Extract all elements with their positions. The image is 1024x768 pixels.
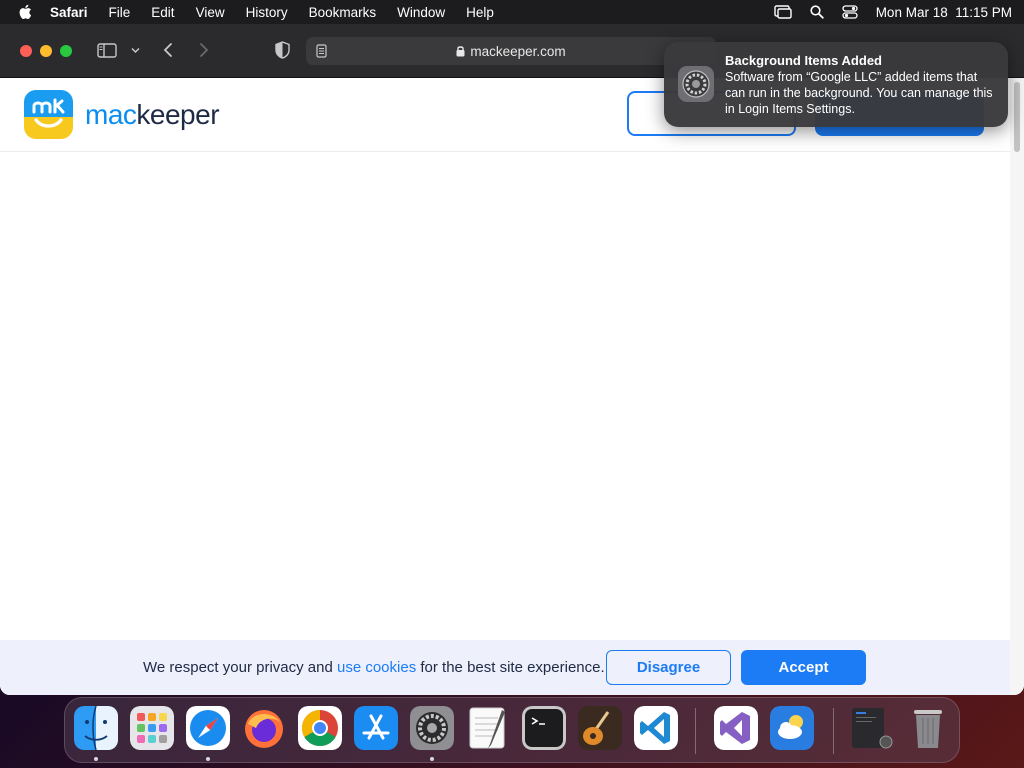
menu-edit[interactable]: Edit [151,5,174,20]
menu-bookmarks[interactable]: Bookmarks [309,5,377,20]
chevron-down-icon[interactable] [131,47,140,54]
control-center-icon[interactable] [842,5,858,19]
notification-title: Background Items Added [725,53,882,68]
launchpad-icon[interactable] [130,706,174,750]
menu-app-name[interactable]: Safari [50,5,88,20]
menu-history[interactable]: History [246,5,288,20]
mackeeper-logo-text[interactable]: mackeeper [85,98,220,131]
system-settings-running-indicator [430,757,434,761]
disagree-button[interactable]: Disagree [606,650,731,685]
logo-text-prefix: mac [85,98,137,130]
safari-running-indicator [206,757,210,761]
spotlight-search-icon[interactable] [810,5,824,19]
minimize-window-button[interactable] [40,44,52,57]
vscode-icon[interactable] [634,706,678,750]
dock-separator [695,708,696,754]
menu-view[interactable]: View [196,5,225,20]
web-page: mackeeper We respect your privacy and us… [0,78,1010,695]
scrollbar-thumb[interactable] [1014,82,1020,152]
dock-separator [833,708,834,754]
notification-body: Software from “Google LLC” added items t… [725,70,993,116]
textedit-icon[interactable] [466,706,510,750]
logo-text-suffix: keeper [136,98,220,130]
menu-help[interactable]: Help [466,5,494,20]
system-settings-icon[interactable] [410,706,454,750]
address-bar[interactable]: mackeeper.com [306,37,716,65]
downloads-stack-icon[interactable] [850,706,894,750]
finder-icon[interactable] [74,706,118,750]
cookie-text-before: We respect your privacy and [143,659,337,676]
app-store-icon[interactable] [354,706,398,750]
close-window-button[interactable] [20,44,32,57]
menu-bar: Safari File Edit View History Bookmarks … [0,0,1024,24]
safari-icon[interactable] [186,706,230,750]
background-items-notification[interactable]: Background Items Added Software from “Go… [664,42,1008,127]
reader-view-icon[interactable] [316,44,327,58]
visual-studio-icon[interactable] [714,706,758,750]
page-scrollbar[interactable] [1010,78,1024,695]
chrome-icon[interactable] [298,706,342,750]
sidebar-toggle-icon[interactable] [97,43,117,58]
finder-running-indicator [94,757,98,761]
accept-button[interactable]: Accept [741,650,866,685]
privacy-shield-icon[interactable] [275,41,290,59]
forward-arrow-icon[interactable] [199,42,209,58]
system-settings-gear-icon [678,66,714,102]
apple-logo-icon[interactable] [18,4,32,20]
menu-file[interactable]: File [109,5,131,20]
trash-icon[interactable] [906,706,950,750]
lock-icon [456,46,465,57]
use-cookies-link[interactable]: use cookies [337,659,416,676]
weather-icon[interactable] [770,706,814,750]
cookie-banner: We respect your privacy and use cookies … [0,640,1010,695]
garageband-icon[interactable] [578,706,622,750]
back-arrow-icon[interactable] [163,42,173,58]
menu-window[interactable]: Window [397,5,445,20]
terminal-icon[interactable] [522,706,566,750]
window-controls [20,44,72,57]
cookie-message: We respect your privacy and use cookies … [143,659,605,676]
screen-mirroring-icon[interactable] [773,5,792,19]
firefox-icon[interactable] [242,706,286,750]
cookie-text-after: for the best site experience. [416,659,605,676]
menubar-clock[interactable]: Mon Mar 18 11:15 PM [876,5,1012,20]
url-text: mackeeper.com [470,43,566,59]
dock [64,697,960,763]
zoom-window-button[interactable] [60,44,72,57]
mackeeper-logo-icon[interactable] [24,90,73,139]
